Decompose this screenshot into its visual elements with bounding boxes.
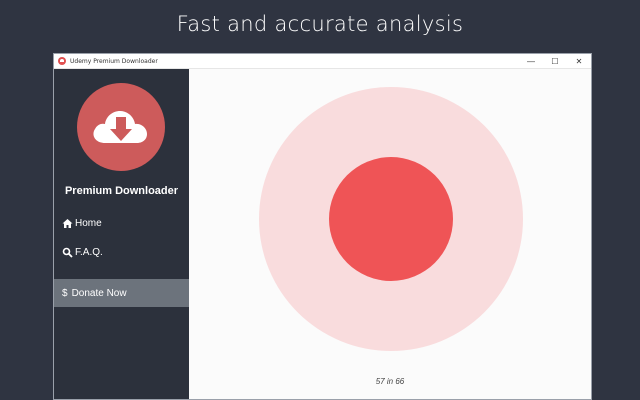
app-name: Premium Downloader <box>64 185 179 197</box>
sidebar-item-label: Donate Now <box>71 287 127 299</box>
sidebar-item-donate[interactable]: $ Donate Now <box>54 279 189 307</box>
sidebar: Premium Downloader Home F.A.Q. $ Donate … <box>54 69 189 399</box>
maximize-button[interactable]: ☐ <box>543 54 567 69</box>
close-button[interactable]: ✕ <box>567 54 591 69</box>
window-content: Premium Downloader Home F.A.Q. $ Donate … <box>54 69 591 399</box>
window-titlebar[interactable]: Udemy Premium Downloader — ☐ ✕ <box>54 54 591 69</box>
window-controls: — ☐ ✕ <box>519 54 591 69</box>
sidebar-item-label: Home <box>75 217 102 229</box>
app-window: Udemy Premium Downloader — ☐ ✕ Premium D… <box>53 53 592 400</box>
minimize-button[interactable]: — <box>519 54 543 69</box>
window-title: Udemy Premium Downloader <box>70 57 158 65</box>
home-icon <box>62 218 73 229</box>
sidebar-item-label: F.A.Q. <box>75 246 103 258</box>
progress-indicator <box>329 157 453 281</box>
main-panel: 57 in 66 <box>189 69 591 399</box>
app-logo-icon <box>58 57 66 65</box>
progress-counter: 57 in 66 <box>375 377 405 386</box>
page-headline: Fast and accurate analysis <box>176 12 464 36</box>
cloud-download-icon <box>77 83 165 171</box>
search-icon <box>62 247 73 258</box>
sidebar-item-home[interactable]: Home <box>54 209 189 237</box>
dollar-icon: $ <box>62 287 68 299</box>
sidebar-item-faq[interactable]: F.A.Q. <box>54 238 189 266</box>
